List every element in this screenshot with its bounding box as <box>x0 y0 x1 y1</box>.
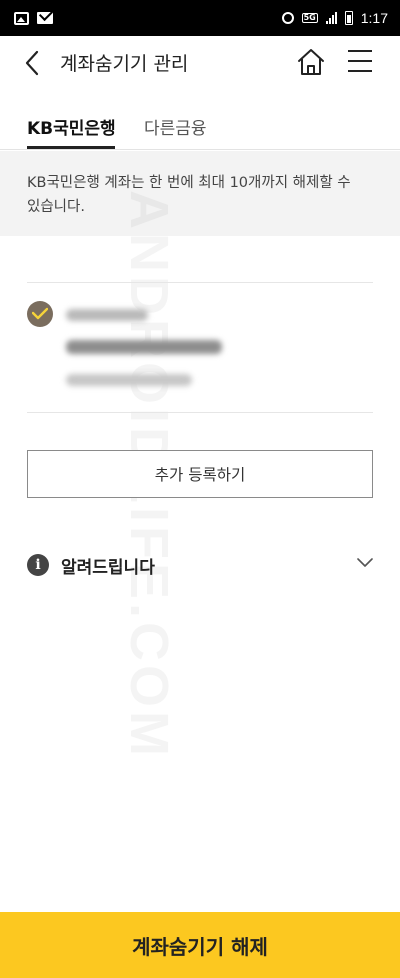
status-time: 1:17 <box>360 10 388 26</box>
add-register-button[interactable]: 추가 등록하기 <box>27 450 373 498</box>
mail-icon <box>37 12 53 24</box>
blurred-account-name <box>66 309 148 321</box>
info-icon: i <box>27 554 49 576</box>
chevron-down-icon <box>357 558 373 567</box>
blurred-account-detail <box>66 374 192 386</box>
blurred-account-number <box>66 340 222 354</box>
bank-tabs: KB국민은행 다른금융 <box>0 108 400 150</box>
status-right: 5G 1:17 <box>281 10 388 26</box>
page-title: 계좌숨기기 관리 <box>60 53 189 75</box>
divider-top <box>27 282 373 283</box>
hamburger-menu-icon <box>348 50 372 72</box>
signal-icon <box>325 12 337 24</box>
chevron-left-icon <box>25 50 39 76</box>
unhide-account-button[interactable]: 계좌숨기기 해제 <box>0 912 400 978</box>
info-notice-label: 알려드립니다 <box>61 558 155 578</box>
battery-icon <box>344 11 353 25</box>
divider-bottom <box>27 412 373 413</box>
tab-kb-bank[interactable]: KB국민은행 <box>27 114 116 139</box>
gallery-icon <box>14 11 29 25</box>
active-tab-indicator <box>27 146 115 149</box>
back-button[interactable] <box>22 50 46 76</box>
info-notice-toggle[interactable]: i 알려드립니다 <box>27 552 373 580</box>
account-checkbox[interactable] <box>27 301 53 327</box>
notice-text-line-2: 있습니다. <box>27 199 85 215</box>
check-icon <box>32 307 48 320</box>
home-icon <box>298 49 324 75</box>
notice-banner: KB국민은행 계좌는 한 번에 최대 10개까지 해제할 수 있습니다. <box>0 151 400 236</box>
app-header: 계좌숨기기 관리 <box>0 36 400 90</box>
home-button[interactable] <box>296 47 326 77</box>
alarm-icon <box>281 12 294 24</box>
tab-other-finance[interactable]: 다른금융 <box>144 114 207 139</box>
status-bar: 5G 1:17 <box>0 0 400 36</box>
status-left <box>14 11 53 25</box>
network-type-badge: 5G <box>301 13 318 23</box>
notice-text-line-1: KB국민은행 계좌는 한 번에 최대 10개까지 해제할 수 <box>27 175 351 191</box>
menu-button[interactable] <box>346 48 374 74</box>
